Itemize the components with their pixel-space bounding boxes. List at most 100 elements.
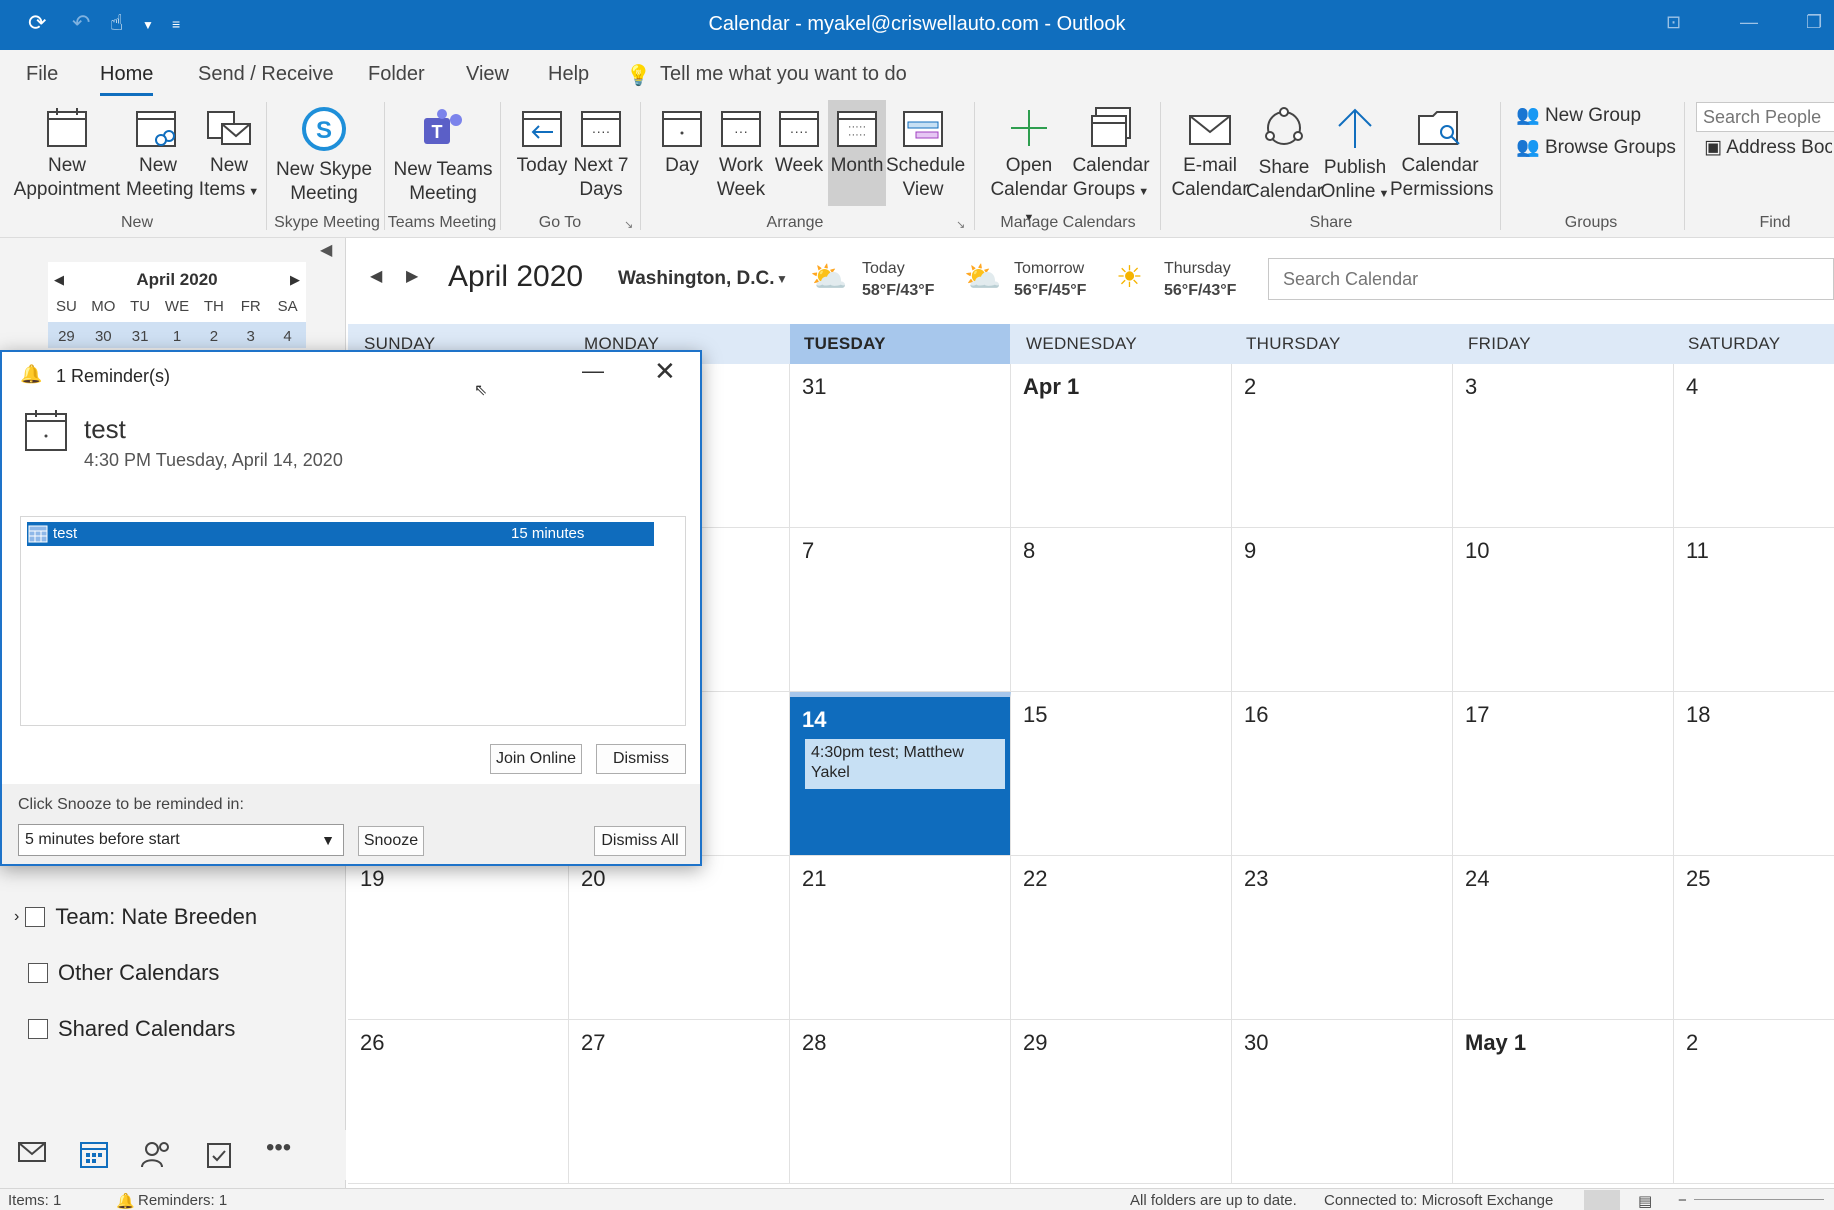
- browse-groups-button[interactable]: 👥 Browse Groups: [1516, 136, 1676, 160]
- address-book-button[interactable]: ▣ Address Book: [1704, 136, 1832, 160]
- calendar-event[interactable]: 4:30pm test; Matthew Yakel: [800, 739, 1005, 789]
- tab-file[interactable]: File: [26, 63, 58, 86]
- calendar-day-cell[interactable]: 14 4:30pm test; Matthew Yakel: [790, 692, 1011, 856]
- dialog-launcher-icon[interactable]: ↘: [624, 218, 633, 231]
- calendar-day-cell[interactable]: 26: [348, 1020, 569, 1184]
- date-navigator-day[interactable]: 30: [85, 328, 122, 348]
- minimize-icon[interactable]: —: [582, 358, 604, 384]
- reading-view-icon[interactable]: ▤: [1638, 1192, 1652, 1210]
- calendar-day-cell[interactable]: 19: [348, 856, 569, 1020]
- date-navigator-day[interactable]: 29: [48, 328, 85, 348]
- calendar-groups-button[interactable]: Calendar Groups ▼: [1070, 106, 1152, 204]
- location-dropdown-icon[interactable]: ▼: [776, 272, 788, 286]
- calendar-day-cell[interactable]: May 1: [1453, 1020, 1674, 1184]
- close-icon[interactable]: ✕: [654, 356, 676, 387]
- maximize-icon[interactable]: ❐: [1806, 12, 1822, 33]
- calendar-day-cell[interactable]: 7: [790, 528, 1011, 692]
- calendar-day-cell[interactable]: Apr 1: [1011, 364, 1232, 528]
- tab-folder[interactable]: Folder: [368, 63, 425, 86]
- dialog-launcher-icon[interactable]: ↘: [956, 218, 965, 231]
- more-options-icon[interactable]: •••: [266, 1134, 291, 1162]
- dismiss-all-button[interactable]: Dismiss All: [594, 826, 686, 856]
- next-month-icon[interactable]: ▶: [290, 262, 300, 298]
- new-skype-meeting-button[interactable]: S New Skype Meeting: [272, 106, 376, 206]
- work-week-button[interactable]: ··· Work Week: [712, 106, 770, 202]
- status-reminders[interactable]: Reminders: 1: [138, 1192, 227, 1209]
- date-navigator-day[interactable]: 1: [159, 328, 196, 348]
- snooze-button[interactable]: Snooze: [358, 826, 424, 856]
- minimize-icon[interactable]: —: [1740, 12, 1758, 33]
- search-people-input[interactable]: [1696, 102, 1834, 132]
- calendar-day-cell[interactable]: 21: [790, 856, 1011, 1020]
- normal-view-icon[interactable]: [1584, 1190, 1620, 1210]
- tab-help[interactable]: Help: [548, 63, 589, 86]
- calendar-day-cell[interactable]: 11: [1674, 528, 1834, 692]
- day-view-button[interactable]: Day: [652, 106, 712, 178]
- tasks-nav-icon[interactable]: [206, 1140, 232, 1168]
- calendar-day-cell[interactable]: 16: [1232, 692, 1453, 856]
- mail-icon[interactable]: [18, 1140, 46, 1164]
- calendar-day-cell[interactable]: 4: [1674, 364, 1834, 528]
- ribbon-display-icon[interactable]: ⊡: [1666, 12, 1681, 33]
- calendar-day-cell[interactable]: 20: [569, 856, 790, 1020]
- calendar-permissions-button[interactable]: Calendar Permissions: [1390, 106, 1493, 202]
- open-calendar-button[interactable]: Open Calendar ▼: [984, 106, 1074, 230]
- calendar-day-cell[interactable]: 25: [1674, 856, 1834, 1020]
- calendar-day-cell[interactable]: 31: [790, 364, 1011, 528]
- new-meeting-button[interactable]: New Meeting: [126, 106, 194, 202]
- checkbox[interactable]: [28, 1019, 48, 1039]
- calendar-day-cell[interactable]: 27: [569, 1020, 790, 1184]
- date-navigator-day[interactable]: 31: [122, 328, 159, 348]
- publish-online-button[interactable]: Publish Online ▼: [1318, 106, 1392, 206]
- schedule-view-button[interactable]: Schedule View: [886, 106, 965, 202]
- month-view-button[interactable]: ····· ····· Month: [828, 100, 886, 206]
- chevron-down-icon[interactable]: ▼: [321, 825, 335, 855]
- calendar-nav-icon[interactable]: [80, 1140, 108, 1168]
- chevron-right-icon[interactable]: ›: [14, 908, 19, 926]
- calendar-day-cell[interactable]: 15: [1011, 692, 1232, 856]
- calendar-day-cell[interactable]: 17: [1453, 692, 1674, 856]
- checkbox[interactable]: [25, 907, 46, 927]
- calendar-day-cell[interactable]: 2: [1674, 1020, 1834, 1184]
- today-button[interactable]: Today: [508, 106, 576, 178]
- date-navigator-day[interactable]: 4: [269, 328, 306, 348]
- new-teams-meeting-button[interactable]: T New Teams Meeting: [390, 106, 496, 206]
- new-items-button[interactable]: New Items ▼: [196, 106, 262, 204]
- dismiss-button[interactable]: Dismiss: [596, 744, 686, 774]
- prev-month-icon[interactable]: ◀: [54, 262, 64, 298]
- next-7-days-button[interactable]: ···· Next 7 Days: [570, 106, 632, 202]
- snooze-dropdown[interactable]: 5 minutes before start ▼: [18, 824, 344, 856]
- folder-other-calendars[interactable]: Other Calendars: [28, 960, 219, 986]
- calendar-day-cell[interactable]: 28: [790, 1020, 1011, 1184]
- date-navigator-day[interactable]: 3: [232, 328, 269, 348]
- calendar-day-cell[interactable]: 18: [1674, 692, 1834, 856]
- share-calendar-button[interactable]: Share Calendar: [1246, 106, 1323, 204]
- next-period-icon[interactable]: ▶: [406, 266, 418, 286]
- checkbox[interactable]: [28, 963, 48, 983]
- calendar-day-cell[interactable]: 9: [1232, 528, 1453, 692]
- calendar-day-cell[interactable]: 2: [1232, 364, 1453, 528]
- zoom-slider[interactable]: [1694, 1199, 1824, 1200]
- calendar-day-cell[interactable]: 24: [1453, 856, 1674, 1020]
- date-navigator-day[interactable]: 2: [195, 328, 232, 348]
- join-online-button[interactable]: Join Online: [490, 744, 582, 774]
- tab-send-receive[interactable]: Send / Receive: [198, 63, 334, 86]
- email-calendar-button[interactable]: E-mail Calendar: [1170, 106, 1250, 202]
- tell-me-search[interactable]: Tell me what you want to do: [660, 63, 907, 86]
- calendar-day-cell[interactable]: 30: [1232, 1020, 1453, 1184]
- calendar-day-cell[interactable]: 22: [1011, 856, 1232, 1020]
- search-calendar-input[interactable]: [1268, 258, 1834, 300]
- calendar-day-cell[interactable]: 3: [1453, 364, 1674, 528]
- new-group-button[interactable]: 👥 New Group: [1516, 104, 1641, 128]
- calendar-day-cell[interactable]: 23: [1232, 856, 1453, 1020]
- week-view-button[interactable]: ···· Week: [770, 106, 828, 178]
- people-nav-icon[interactable]: [140, 1140, 172, 1168]
- calendar-day-cell[interactable]: 10: [1453, 528, 1674, 692]
- prev-period-icon[interactable]: ◀: [370, 266, 382, 286]
- weather-location[interactable]: Washington, D.C.: [618, 268, 775, 290]
- zoom-out-icon[interactable]: −: [1678, 1192, 1687, 1209]
- tab-view[interactable]: View: [466, 63, 509, 86]
- reminder-row[interactable]: test 15 minutes: [27, 522, 654, 546]
- tab-home[interactable]: Home: [100, 63, 154, 96]
- folder-team-nate-breeden[interactable]: › Team: Nate Breeden: [14, 904, 257, 930]
